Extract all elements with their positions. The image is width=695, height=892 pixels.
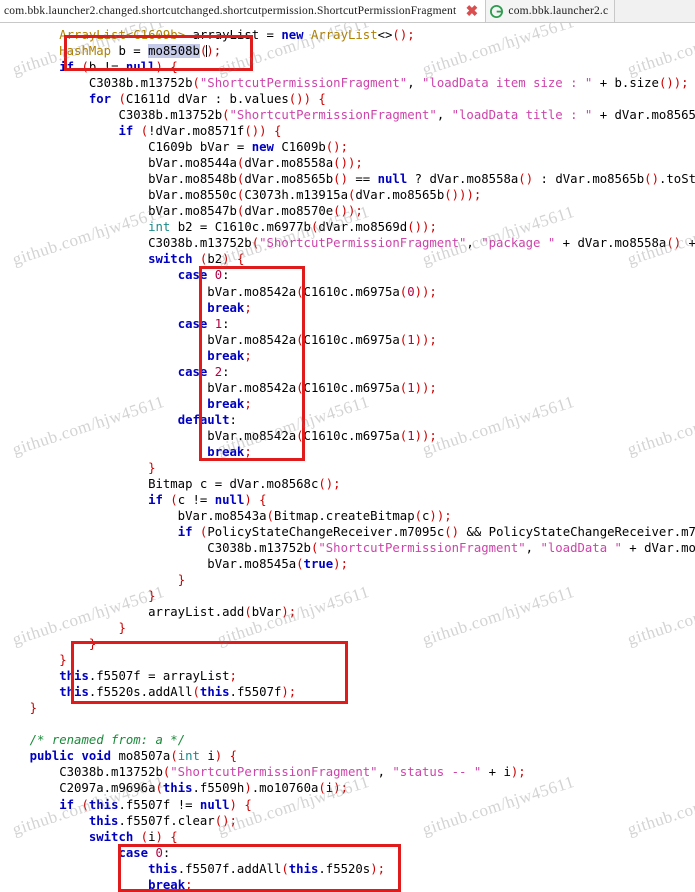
tab-label: com.bbk.launcher2.c — [508, 5, 609, 17]
code-editor-viewport[interactable]: ArrayList<C1609b> arrayList = new ArrayL… — [0, 23, 695, 892]
tab-shortcut-permission-fragment[interactable]: com.bbk.launcher2.changed.shortcutchange… — [0, 0, 487, 22]
tab-label: com.bbk.launcher2.changed.shortcutchange… — [4, 5, 457, 17]
class-icon — [490, 4, 504, 18]
tab-launcher2-c[interactable]: com.bbk.launcher2.c — [486, 0, 616, 22]
source-code[interactable]: ArrayList<C1609b> arrayList = new ArrayL… — [0, 23, 695, 892]
tab-bar[interactable]: com.bbk.launcher2.changed.shortcutchange… — [0, 0, 695, 23]
close-icon[interactable]: ✖ — [464, 4, 479, 19]
